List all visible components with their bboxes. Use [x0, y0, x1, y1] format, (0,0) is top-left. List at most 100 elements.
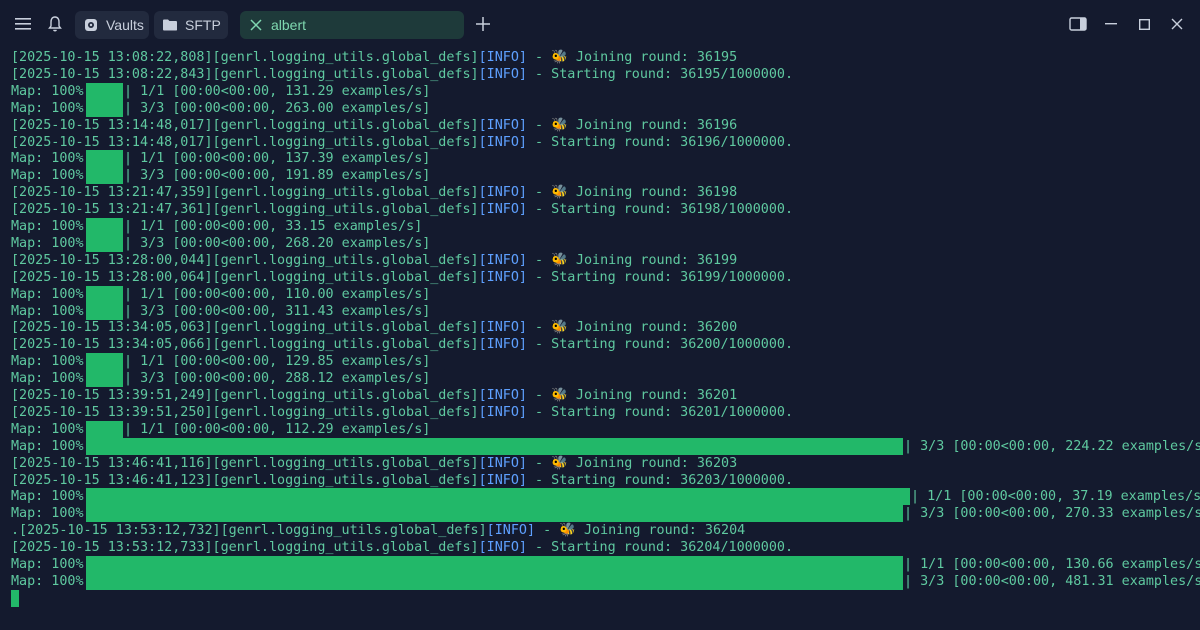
new-tab-button[interactable] — [469, 10, 497, 38]
title-bar: Vaults SFTP albert — [0, 0, 1200, 48]
log-message: - 🐝 Joining round: 36198 — [526, 185, 738, 201]
progress-stats: | 3/3 [00:00<00:00, 481.31 examples/s] — [904, 573, 1200, 589]
progress-stats: | 3/3 [00:00<00:00, 263.00 examples/s] — [124, 100, 431, 116]
log-level: [INFO] — [478, 252, 527, 268]
log-prefix: [2025-10-15 13:34:05,066][genrl.logging_… — [11, 337, 479, 353]
progress-bar — [86, 505, 903, 523]
log-level: [INFO] — [478, 269, 527, 285]
tab-albert[interactable]: albert — [240, 11, 464, 39]
progress-label: Map: 100%| — [11, 421, 92, 437]
progress-line: Map: 100%| — [11, 421, 92, 438]
log-prefix: [2025-10-15 13:14:48,017][genrl.logging_… — [11, 117, 479, 133]
menu-icon[interactable] — [9, 10, 37, 38]
log-message: - Starting round: 36203/1000000. — [526, 472, 794, 488]
progress-line: Map: 100%| — [11, 83, 92, 100]
progress-stats: | 1/1 [00:00<00:00, 130.66 examples/s] — [904, 557, 1200, 572]
progress-stats: | 3/3 [00:00<00:00, 191.89 examples/s] — [124, 168, 431, 184]
log-line: [2025-10-15 13:14:48,017][genrl.logging_… — [11, 134, 793, 151]
progress-bar — [86, 556, 903, 573]
log-message: - Starting round: 36198/1000000. — [526, 202, 794, 218]
log-level: [INFO] — [478, 50, 527, 65]
progress-bar — [86, 572, 903, 590]
progress-line: Map: 100%| — [11, 438, 92, 455]
progress-line: Map: 100%| — [11, 235, 92, 252]
log-level: [INFO] — [478, 540, 527, 556]
log-level: [INFO] — [478, 117, 527, 133]
log-level: [INFO] — [478, 472, 527, 488]
log-line: .[2025-10-15 13:53:12,732][genrl.logging… — [11, 522, 745, 539]
log-prefix: .[2025-10-15 13:53:12,732][genrl.logging… — [11, 523, 487, 539]
log-line: [2025-10-15 13:39:51,249][genrl.logging_… — [11, 387, 737, 404]
progress-bar — [86, 167, 123, 185]
progress-line: Map: 100%| — [11, 573, 92, 590]
progress-stats: | 3/3 [00:00<00:00, 288.12 examples/s] — [124, 371, 431, 387]
log-level: [INFO] — [478, 404, 527, 420]
progress-stats: | 1/1 [00:00<00:00, 37.19 examples/s] — [911, 489, 1200, 505]
log-prefix: [2025-10-15 13:39:51,250][genrl.logging_… — [11, 404, 479, 420]
log-level: [INFO] — [478, 337, 527, 353]
log-level: [INFO] — [478, 185, 527, 201]
progress-label: Map: 100%| — [11, 438, 92, 454]
progress-stats: | 1/1 [00:00<00:00, 112.29 examples/s] — [124, 421, 431, 437]
log-level: [INFO] — [478, 455, 527, 471]
progress-bar — [86, 82, 123, 100]
progress-label: Map: 100%| — [11, 506, 92, 522]
log-line: [2025-10-15 13:34:05,063][genrl.logging_… — [11, 319, 737, 336]
log-line: [2025-10-15 13:39:51,250][genrl.logging_… — [11, 404, 793, 421]
log-message: - 🐝 Joining round: 36203 — [526, 455, 738, 471]
log-message: - 🐝 Joining round: 36201 — [526, 388, 738, 403]
close-window-button[interactable] — [1167, 14, 1187, 34]
close-icon[interactable] — [249, 18, 263, 32]
log-message: - 🐝 Joining round: 36195 — [526, 50, 738, 65]
log-line: [2025-10-15 13:21:47,359][genrl.logging_… — [11, 184, 737, 201]
progress-stats: | 1/1 [00:00<00:00, 137.39 examples/s] — [124, 151, 431, 167]
folder-icon — [163, 18, 177, 32]
tab-label: SFTP — [185, 17, 221, 33]
log-level: [INFO] — [486, 523, 536, 539]
log-message: - Starting round: 36195/1000000. — [526, 66, 794, 82]
log-message: - 🐝 Joining round: 36204 — [535, 523, 746, 539]
progress-bar — [86, 437, 903, 455]
progress-bar — [86, 234, 123, 252]
log-prefix: [2025-10-15 13:46:41,116][genrl.logging_… — [11, 455, 479, 471]
log-level: [INFO] — [478, 388, 527, 403]
tab-sftp[interactable]: SFTP — [154, 11, 228, 39]
log-level: [INFO] — [478, 134, 527, 150]
progress-line: Map: 100%| — [11, 556, 92, 573]
progress-label: Map: 100%| — [11, 573, 92, 589]
maximize-button[interactable] — [1134, 14, 1154, 34]
log-line: [2025-10-15 13:28:00,064][genrl.logging_… — [11, 269, 793, 286]
log-message: - Starting round: 36200/1000000. — [526, 337, 794, 353]
progress-line: Map: 100%| — [11, 286, 92, 303]
log-message: - Starting round: 36199/1000000. — [526, 269, 794, 285]
log-line: [2025-10-15 13:46:41,116][genrl.logging_… — [11, 455, 737, 472]
terminal-output[interactable]: [2025-10-15 13:08:22,808][genrl.logging_… — [11, 48, 1200, 608]
tab-vaults[interactable]: Vaults — [75, 11, 149, 39]
log-line: [2025-10-15 13:28:00,044][genrl.logging_… — [11, 252, 737, 269]
terminal-cursor — [11, 589, 19, 607]
progress-label: Map: 100%| — [11, 168, 92, 184]
minimize-button[interactable] — [1101, 14, 1121, 34]
progress-line: Map: 100%| — [11, 218, 92, 235]
progress-bar — [86, 218, 123, 235]
progress-bar — [86, 285, 123, 303]
progress-line: Map: 100%| — [11, 505, 92, 522]
split-view-icon[interactable] — [1068, 14, 1088, 34]
log-level: [INFO] — [478, 202, 527, 218]
progress-line: Map: 100%| — [11, 150, 92, 167]
log-prefix: [2025-10-15 13:28:00,044][genrl.logging_… — [11, 252, 479, 268]
log-level: [INFO] — [478, 320, 527, 336]
log-prefix: [2025-10-15 13:34:05,063][genrl.logging_… — [11, 320, 479, 336]
log-prefix: [2025-10-15 13:08:22,843][genrl.logging_… — [11, 66, 479, 82]
bell-icon[interactable] — [41, 10, 69, 38]
log-line: [2025-10-15 13:08:22,808][genrl.logging_… — [11, 49, 737, 66]
progress-stats: | 3/3 [00:00<00:00, 268.20 examples/s] — [124, 235, 431, 251]
progress-label: Map: 100%| — [11, 100, 92, 116]
progress-line: Map: 100%| — [11, 303, 92, 320]
log-prefix: [2025-10-15 13:53:12,733][genrl.logging_… — [11, 540, 479, 556]
tab-label: Vaults — [106, 17, 144, 33]
progress-bar — [86, 150, 123, 168]
log-prefix: [2025-10-15 13:28:00,064][genrl.logging_… — [11, 269, 479, 285]
log-message: - Starting round: 36201/1000000. — [526, 404, 794, 420]
log-message: - 🐝 Joining round: 36199 — [526, 252, 738, 268]
